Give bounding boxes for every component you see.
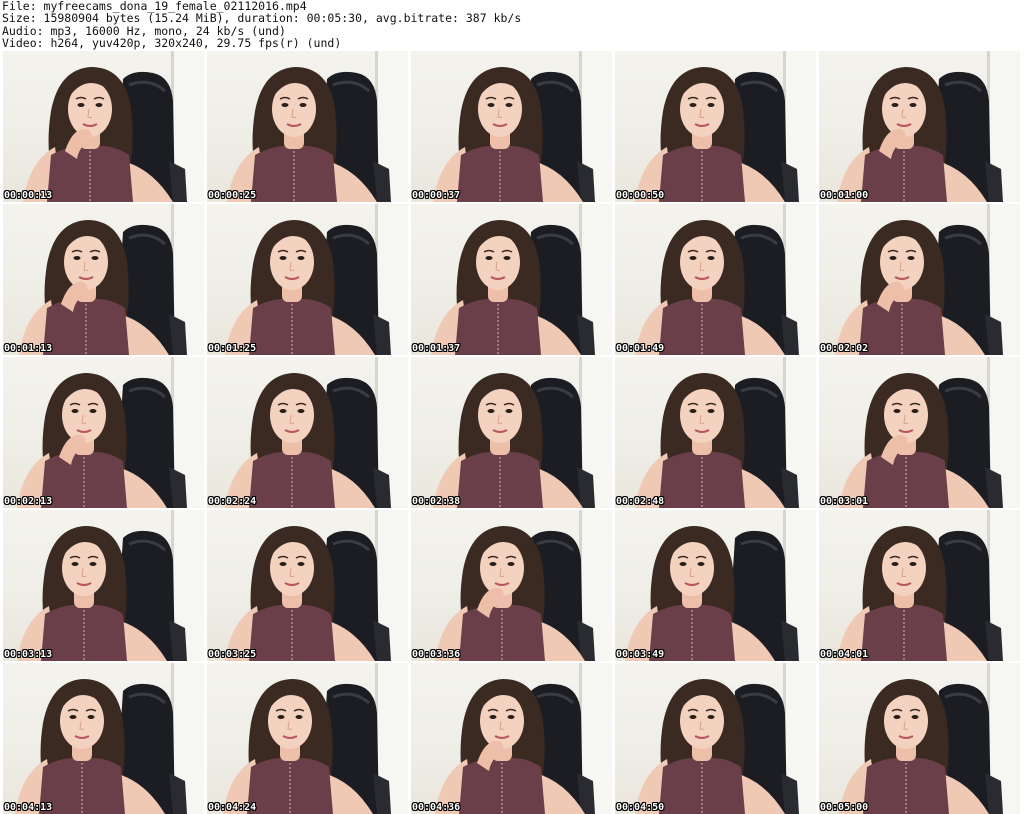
video-thumbnail[interactable]: 00:02:13 <box>3 357 204 508</box>
video-thumbnail[interactable]: 00:04:13 <box>3 663 204 814</box>
timestamp-label: 00:00:50 <box>616 190 665 201</box>
thumbnail-frame <box>15 663 204 814</box>
video-thumbnail[interactable]: 00:02:24 <box>207 357 408 508</box>
thumbnail-frame <box>19 204 204 355</box>
timestamp-label: 00:01:13 <box>4 343 53 354</box>
video-thumbnail[interactable]: 00:03:49 <box>615 510 816 661</box>
thumbnail-frame <box>23 51 204 202</box>
file-info-header: File: myfreecams_dona_19_female_02112016… <box>2 0 521 50</box>
video-thumbnail[interactable]: 00:00:13 <box>3 51 204 202</box>
timestamp-label: 00:01:37 <box>412 343 461 354</box>
timestamp-label: 00:04:50 <box>616 802 665 813</box>
thumbnail-frame <box>635 357 816 508</box>
video-thumbnail[interactable]: 00:01:00 <box>819 51 1020 202</box>
video-thumbnail[interactable]: 00:05:00 <box>819 663 1020 814</box>
timestamp-label: 00:01:25 <box>208 343 257 354</box>
timestamp-label: 00:02:48 <box>616 496 665 507</box>
timestamp-label: 00:00:37 <box>412 190 461 201</box>
video-thumbnail[interactable]: 00:03:25 <box>207 510 408 661</box>
thumbnail-frame <box>433 357 612 508</box>
thumbnail-frame <box>17 510 204 661</box>
video-thumbnail[interactable]: 00:01:25 <box>207 204 408 355</box>
thumbnail-grid: 00:00:13 00:00:25 00:00:37 00:00:50 00:0… <box>3 51 1020 814</box>
thumbnail-frame <box>635 204 816 355</box>
timestamp-label: 00:02:02 <box>820 343 869 354</box>
thumbnail-frame <box>837 510 1020 661</box>
thumbnail-frame <box>635 663 816 814</box>
timestamp-label: 00:04:01 <box>820 649 869 660</box>
timestamp-label: 00:02:13 <box>4 496 53 507</box>
timestamp-label: 00:00:13 <box>4 190 53 201</box>
video-thumbnail[interactable]: 00:03:36 <box>411 510 612 661</box>
timestamp-label: 00:02:38 <box>412 496 461 507</box>
video-thumbnail[interactable]: 00:01:37 <box>411 204 612 355</box>
video-thumbnail[interactable]: 00:00:25 <box>207 51 408 202</box>
thumbnail-frame <box>435 663 612 814</box>
timestamp-label: 00:03:25 <box>208 649 257 660</box>
timestamp-label: 00:03:49 <box>616 649 665 660</box>
video-thumbnail[interactable]: 00:04:36 <box>411 663 612 814</box>
video-thumbnail[interactable]: 00:03:01 <box>819 357 1020 508</box>
thumbnail-frame <box>225 357 408 508</box>
thumbnail-frame <box>837 51 1020 202</box>
timestamp-label: 00:04:24 <box>208 802 257 813</box>
thumbnail-frame <box>839 663 1020 814</box>
thumbnail-frame <box>835 204 1020 355</box>
file-size-line: Size: 15980904 bytes (15.24 MiB), durati… <box>2 11 522 26</box>
timestamp-label: 00:02:24 <box>208 496 257 507</box>
thumbnail-frame <box>431 204 612 355</box>
thumbnail-frame <box>839 357 1020 508</box>
thumbnail-frame <box>435 510 612 661</box>
video-info-line: Video: h264, yuv420p, 320x240, 29.75 fps… <box>2 36 342 51</box>
timestamp-label: 00:01:00 <box>820 190 869 201</box>
thumbnail-frame <box>225 204 408 355</box>
video-thumbnail[interactable]: 00:04:01 <box>819 510 1020 661</box>
video-thumbnail[interactable]: 00:00:37 <box>411 51 612 202</box>
timestamp-label: 00:00:25 <box>208 190 257 201</box>
timestamp-label: 00:04:36 <box>412 802 461 813</box>
video-thumbnail[interactable]: 00:02:02 <box>819 204 1020 355</box>
video-thumbnail[interactable]: 00:02:48 <box>615 357 816 508</box>
video-thumbnail[interactable]: 00:01:49 <box>615 204 816 355</box>
timestamp-label: 00:05:00 <box>820 802 869 813</box>
thumbnail-frame <box>625 510 816 661</box>
video-thumbnail[interactable]: 00:00:50 <box>615 51 816 202</box>
thumbnail-frame <box>223 663 408 814</box>
timestamp-label: 00:03:01 <box>820 496 869 507</box>
timestamp-label: 00:04:13 <box>4 802 53 813</box>
thumbnail-frame <box>225 510 408 661</box>
thumbnail-frame <box>227 51 408 202</box>
video-thumbnail[interactable]: 00:04:24 <box>207 663 408 814</box>
thumbnail-frame <box>433 51 612 202</box>
thumbnail-frame <box>17 357 204 508</box>
timestamp-label: 00:01:49 <box>616 343 665 354</box>
video-thumbnail[interactable]: 00:02:38 <box>411 357 612 508</box>
video-thumbnail[interactable]: 00:03:13 <box>3 510 204 661</box>
video-thumbnail[interactable]: 00:01:13 <box>3 204 204 355</box>
video-thumbnail[interactable]: 00:04:50 <box>615 663 816 814</box>
thumbnail-frame <box>635 51 816 202</box>
timestamp-label: 00:03:13 <box>4 649 53 660</box>
timestamp-label: 00:03:36 <box>412 649 461 660</box>
